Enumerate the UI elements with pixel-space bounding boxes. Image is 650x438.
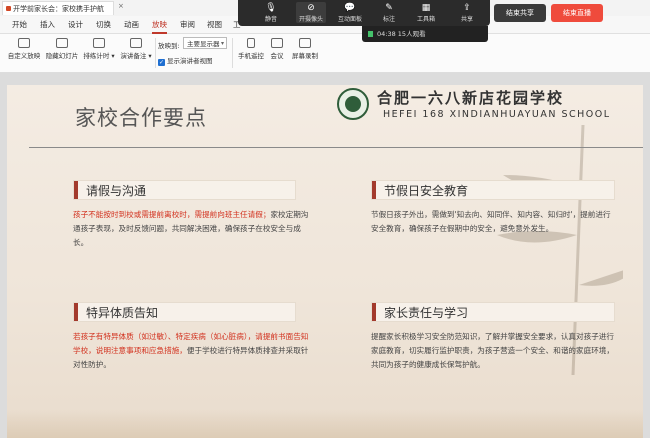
document-tab-title: 开学前家长会：家校携手护航 xyxy=(13,5,104,13)
show-on-select[interactable]: 主要显示器 ▾ xyxy=(183,37,227,49)
school-name-en: HEFEI 168 XINDIANHUAYUAN SCHOOL xyxy=(383,109,611,120)
speaker-notes-button[interactable]: 演讲备注 ▾ xyxy=(118,36,154,60)
school-logo-icon xyxy=(337,88,369,120)
chat-icon: 💬 xyxy=(344,3,356,13)
signal-icon xyxy=(368,31,373,37)
custom-show-button[interactable]: 自定义放映 xyxy=(6,36,42,60)
camera-button[interactable]: ⊘ 开摄像头 xyxy=(296,2,326,23)
mute-button[interactable]: 🎙 静音 xyxy=(258,2,284,23)
hide-slide-button[interactable]: 隐藏幻灯片 xyxy=(44,36,80,60)
section-heading-constitution: 特异体质告知 xyxy=(73,302,296,322)
interaction-panel-button[interactable]: 💬 互动面板 xyxy=(336,2,364,23)
slide-stage: 家校合作要点 合肥一六八新店花园学校 HEFEI 168 XINDIANHUAY… xyxy=(0,73,650,438)
menu-slideshow[interactable]: 放映 xyxy=(152,19,167,34)
live-status: 04:38 15人观看 xyxy=(362,26,488,42)
phone-icon xyxy=(247,38,255,48)
tab-close-icon[interactable]: × xyxy=(118,2,124,10)
slide-title: 家校合作要点 xyxy=(75,106,207,130)
checkmark-icon: ✓ xyxy=(158,59,165,66)
hide-slide-icon xyxy=(56,38,68,48)
menu-animations[interactable]: 动画 xyxy=(124,19,139,30)
share-icon: ⇪ xyxy=(463,3,471,13)
annotate-button[interactable]: ✎ 标注 xyxy=(378,2,400,23)
chevron-down-icon: ▾ xyxy=(220,40,224,47)
bottom-decoration xyxy=(7,410,643,438)
phone-remote-button[interactable]: 手机遥控 xyxy=(236,36,266,60)
toolbox-icon: ▦ xyxy=(421,3,431,13)
menu-view[interactable]: 视图 xyxy=(207,19,222,30)
record-icon xyxy=(299,38,311,48)
custom-show-icon xyxy=(18,38,30,48)
toolbox-button[interactable]: ▦ 工具箱 xyxy=(414,2,438,23)
slide[interactable]: 家校合作要点 合肥一六八新店花园学校 HEFEI 168 XINDIANHUAY… xyxy=(7,85,643,438)
menu-review[interactable]: 审阅 xyxy=(180,19,195,30)
school-name-cn: 合肥一六八新店花园学校 xyxy=(377,89,565,107)
menu-design[interactable]: 设计 xyxy=(68,19,83,30)
title-divider xyxy=(29,147,643,148)
document-tab[interactable]: 开学前家长会：家校携手护航 xyxy=(2,1,114,15)
meeting-icon xyxy=(271,38,283,48)
ribbon: 自定义放映 隐藏幻灯片 排练计时 ▾ 演讲备注 ▾ 放映到: 主要显示器 ▾ ✓… xyxy=(0,34,650,73)
menu-home[interactable]: 开始 xyxy=(12,19,27,30)
screen-record-button[interactable]: 屏幕录制 xyxy=(290,36,320,60)
rehearse-timing-button[interactable]: 排练计时 ▾ xyxy=(82,36,116,60)
share-button[interactable]: ⇪ 共享 xyxy=(456,2,478,23)
menu-transitions[interactable]: 切换 xyxy=(96,19,111,30)
section-body-leave: 孩子不能按时到校或需提前离校时，需提前向班主任请假；家校定期沟通孩子表现，及时反… xyxy=(73,210,309,247)
timer-icon xyxy=(93,38,105,48)
section-heading-holiday: 节假日安全教育 xyxy=(371,180,615,200)
end-live-button[interactable]: 结束直播 xyxy=(551,4,603,22)
section-body-holiday: 节假日孩子外出，需做到'知去向、知同伴、知内容、知归时'，提前进行安全教育，确保… xyxy=(371,210,611,233)
presenter-view-checkbox[interactable]: ✓ 显示演讲者视图 xyxy=(158,55,213,66)
meeting-toolbar: 🎙 静音 ⊘ 开摄像头 💬 互动面板 ✎ 标注 ▦ 工具箱 ⇪ 共享 xyxy=(238,0,490,26)
end-share-button[interactable]: 结束共享 xyxy=(494,4,546,22)
camera-off-icon: ⊘ xyxy=(307,3,315,13)
menu-insert[interactable]: 插入 xyxy=(40,19,55,30)
microphone-icon: 🎙 xyxy=(265,3,277,13)
ppt-icon xyxy=(6,6,11,11)
meeting-button[interactable]: 会议 xyxy=(266,36,288,60)
pen-icon: ✎ xyxy=(385,3,393,13)
section-heading-leave: 请假与沟通 xyxy=(73,180,296,200)
ribbon-divider xyxy=(232,38,233,68)
ribbon-divider xyxy=(155,38,156,68)
notes-icon xyxy=(130,38,142,48)
show-on-label: 放映到: xyxy=(158,42,180,50)
section-heading-parent-duty: 家长责任与学习 xyxy=(371,302,615,322)
section-body-constitution: 若孩子有特异体质（如过敏）、特定疾病（如心脏病），请提前书面告知学校，说明注意事… xyxy=(73,332,309,369)
section-body-parent-duty: 提醒家长积极学习安全防范知识，了解并掌握安全要求，认真对孩子进行家庭教育，切实履… xyxy=(371,332,614,369)
